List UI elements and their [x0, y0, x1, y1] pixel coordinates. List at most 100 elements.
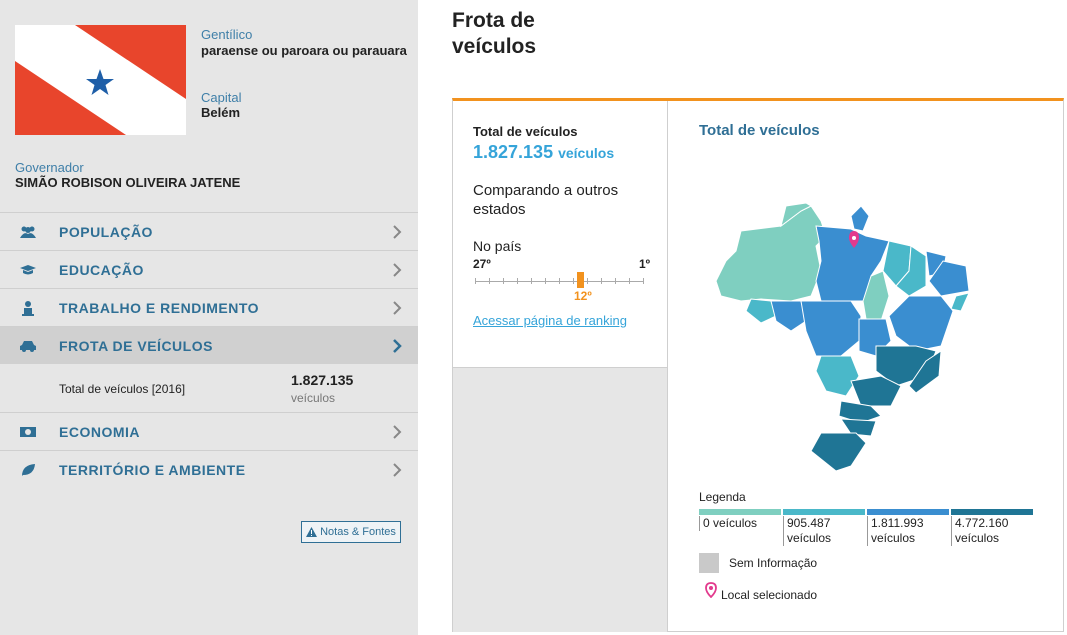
brazil-map — [715, 202, 970, 472]
ranking-box: Total de veículos 1.827.135 veículos Com… — [453, 101, 668, 368]
chevron-right-icon — [393, 338, 402, 353]
rank-tick — [475, 278, 476, 284]
chevron-right-icon — [393, 462, 402, 477]
frota-summary-label: Total de veículos [2016] — [59, 382, 186, 396]
rank-max-label: 1º — [639, 257, 651, 271]
menu-label: TERRITÓRIO E AMBIENTE — [59, 461, 246, 478]
legend-swatch — [951, 509, 1033, 515]
governador-value: SIMÃO ROBISON OLIVEIRA JATENE — [15, 175, 241, 190]
chevron-right-icon — [393, 262, 402, 277]
rank-position: 12º — [574, 289, 592, 303]
chevron-right-icon — [393, 300, 402, 315]
legend-value: 4.772.160 veículos — [951, 516, 1033, 546]
menu-label: ECONOMIA — [59, 423, 140, 440]
state-ms — [815, 355, 860, 397]
sidebar: Gentílico paraense ou paroara ou parauar… — [0, 0, 418, 635]
gentilico-block: Gentílico paraense ou paroara ou parauar… — [201, 27, 411, 59]
rank-marker — [577, 272, 584, 288]
menu-item-educacao[interactable]: EDUCAÇÃO — [0, 250, 418, 288]
chevron-right-icon — [393, 424, 402, 439]
legend-item: 0 veículos — [699, 509, 781, 531]
rank-tick — [545, 278, 546, 284]
rank-min-label: 27º — [473, 257, 491, 271]
page-title: Frota de veículos — [452, 8, 536, 60]
state-rs — [810, 432, 867, 472]
total-number: 1.827.135 — [473, 142, 554, 162]
menu-item-economia[interactable]: ECONOMIA — [0, 412, 418, 450]
legend-item: 4.772.160 veículos — [951, 509, 1033, 546]
rank-tick — [587, 278, 588, 284]
compare-text: Comparando a outros estados — [473, 182, 619, 218]
rank-tick — [531, 278, 532, 284]
selected-location-label: Local selecionado — [721, 588, 818, 602]
frota-summary-unit: veículos — [291, 391, 336, 405]
rank-tick — [615, 278, 616, 284]
gentilico-value: paraense ou paroara ou parauara — [201, 43, 407, 58]
chevron-right-icon — [393, 224, 402, 239]
notes-fontes-label: Notas & Fontes — [320, 526, 396, 538]
money-icon — [18, 424, 38, 440]
governador-block: Governador SIMÃO ROBISON OLIVEIRA JATENE — [15, 160, 240, 191]
legend-value: 1.811.993 veículos — [867, 516, 949, 546]
legend-value: 0 veículos — [699, 516, 781, 531]
governador-label: Governador — [15, 160, 84, 175]
state-ap — [850, 205, 870, 232]
state-mt — [800, 300, 862, 357]
map-title: Total de veículos — [699, 122, 820, 139]
rank-tick — [503, 278, 504, 284]
state-ba — [888, 295, 954, 352]
legend-item: 1.811.993 veículos — [867, 509, 949, 546]
graduation-cap-icon — [18, 262, 38, 278]
no-pais-label: No país — [473, 238, 522, 254]
menu-item-trabalho[interactable]: TRABALHO E RENDIMENTO — [0, 288, 418, 326]
legend-swatch — [783, 509, 865, 515]
rank-tick — [629, 278, 630, 284]
capital-value: Belém — [201, 105, 241, 120]
location-pin-icon — [705, 582, 717, 598]
legend-item: 905.487 veículos — [783, 509, 865, 546]
worker-icon — [18, 300, 38, 316]
total-value: 1.827.135 veículos — [473, 142, 614, 163]
state-am — [715, 205, 827, 302]
warning-icon — [306, 527, 318, 537]
page-title-line1: Frota de — [452, 9, 535, 32]
ranking-page-link[interactable]: Acessar página de ranking — [473, 313, 627, 328]
menu-label: FROTA DE VEÍCULOS — [59, 337, 213, 354]
people-icon — [18, 224, 38, 240]
menu-item-populacao[interactable]: POPULAÇÃO — [0, 212, 418, 250]
total-label: Total de veículos — [473, 124, 578, 139]
notes-fontes-button[interactable]: Notas & Fontes — [301, 521, 401, 543]
total-unit: veículos — [558, 145, 615, 161]
state-al-se — [950, 292, 970, 312]
menu-label: EDUCAÇÃO — [59, 261, 144, 278]
rank-tick — [601, 278, 602, 284]
gentilico-label: Gentílico — [201, 27, 253, 42]
frota-summary-value: 1.827.135 — [291, 372, 354, 388]
empty-gray-area — [453, 368, 668, 632]
page-title-line2: veículos — [452, 35, 537, 58]
frota-summary: Total de veículos [2016] 1.827.135 veícu… — [0, 364, 418, 412]
legend-swatch — [699, 509, 781, 515]
car-icon — [18, 338, 38, 354]
menu-item-frota[interactable]: FROTA DE VEÍCULOS — [0, 326, 418, 364]
para-flag-image — [15, 25, 186, 135]
leaf-icon — [18, 462, 38, 478]
state-ro — [770, 300, 807, 332]
theme-menu: POPULAÇÃO EDUCAÇÃO TRABALHO E RENDIMENTO — [0, 212, 418, 488]
rank-tick — [517, 278, 518, 284]
legend-swatch — [867, 509, 949, 515]
no-info-swatch — [699, 553, 719, 573]
vehicle-panel: Total de veículos 1.827.135 veículos Com… — [452, 98, 1064, 632]
rank-tick — [573, 278, 574, 284]
no-info-label: Sem Informação — [729, 556, 818, 570]
legend-value: 905.487 veículos — [783, 516, 865, 546]
capital-block: Capital Belém — [201, 90, 241, 121]
capital-label: Capital — [201, 90, 242, 105]
menu-label: POPULAÇÃO — [59, 223, 153, 240]
rank-tick — [643, 278, 644, 284]
menu-label: TRABALHO E RENDIMENTO — [59, 299, 260, 316]
rank-tick — [559, 278, 560, 284]
legend-title: Legenda — [699, 490, 746, 504]
rank-tick — [489, 278, 490, 284]
menu-item-territorio[interactable]: TERRITÓRIO E AMBIENTE — [0, 450, 418, 488]
